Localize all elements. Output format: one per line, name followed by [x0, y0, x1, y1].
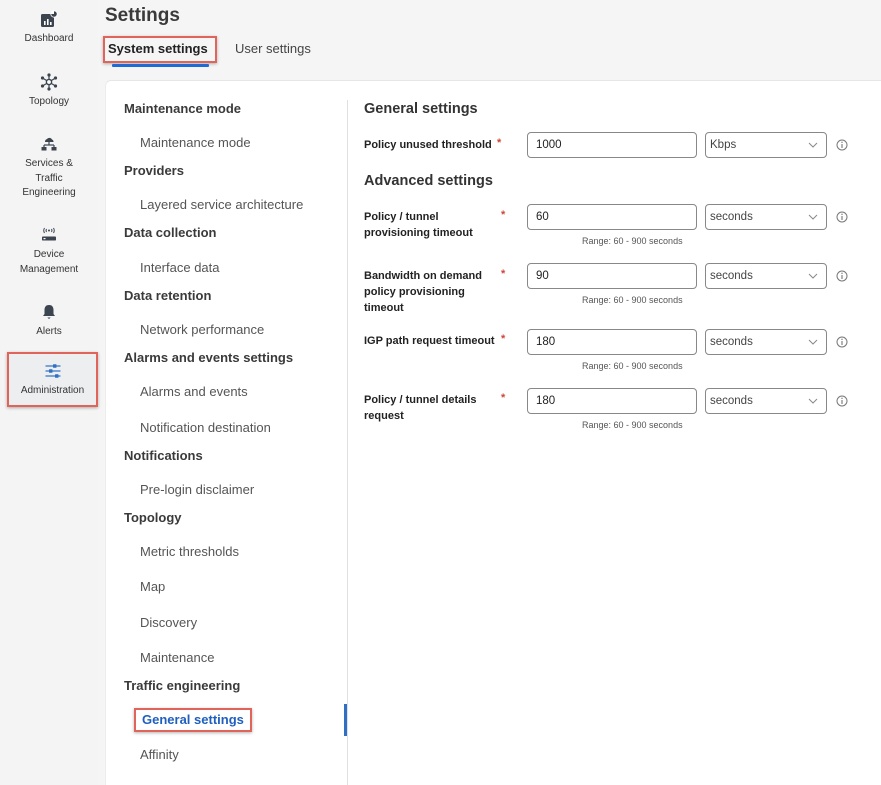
nav-item-device-management[interactable]: Device Management [0, 226, 98, 277]
select-value: seconds [710, 211, 753, 223]
field-label-policy-tunnel-provisioning-timeout: Policy / tunnel provisioning timeout [364, 211, 473, 239]
tree-group-providers: Providers [124, 163, 184, 178]
chevron-down-icon [808, 339, 818, 345]
tree-group-traffic-engineering: Traffic engineering [124, 678, 241, 693]
nav-label-line: Services & [25, 158, 73, 169]
dashboard-icon [41, 10, 58, 27]
general-settings-title: General settings [364, 101, 478, 117]
tree-item-discovery[interactable]: Discovery [140, 615, 197, 630]
tree-selection-indicator [344, 704, 347, 736]
tab-user-settings[interactable]: User settings [235, 41, 311, 56]
services-icon [41, 137, 57, 151]
tree-group-maintenance-mode: Maintenance mode [124, 101, 242, 116]
policy-tunnel-details-request-input[interactable] [527, 388, 697, 414]
topology-icon [40, 73, 58, 91]
required-marker: * [501, 392, 506, 404]
tree-item-map[interactable]: Map [140, 579, 165, 594]
nav-label: Topology [28, 96, 70, 107]
info-icon[interactable] [836, 270, 848, 282]
tree-item-layered-service-architecture[interactable]: Layered service architecture [140, 197, 303, 212]
bandwidth-on-demand-timeout-input[interactable] [527, 263, 697, 289]
field-label-bandwidth-on-demand-timeout: Bandwidth on demand policy provisioning … [364, 270, 482, 314]
nav-item-alerts[interactable]: Alerts [0, 303, 98, 340]
select-value: Kbps [710, 139, 737, 151]
nav-item-topology[interactable]: Topology [0, 73, 98, 110]
select-value: seconds [710, 270, 753, 282]
tree-item-notification-destination[interactable]: Notification destination [140, 420, 271, 435]
policy-tunnel-details-request-unit-select[interactable]: seconds [705, 388, 827, 414]
tab-system-settings[interactable]: System settings [103, 36, 217, 63]
sliders-icon [45, 364, 60, 378]
nav-label-line: Device [33, 249, 65, 260]
nav-label-line: Traffic [35, 172, 63, 184]
required-marker: * [501, 209, 506, 221]
field-label-igp-path-request-timeout: IGP path request timeout [364, 335, 495, 347]
chevron-down-icon [808, 142, 818, 148]
bandwidth-on-demand-timeout-unit-select[interactable]: seconds [705, 263, 827, 289]
igp-path-request-timeout-unit-select[interactable]: seconds [705, 329, 827, 355]
range-hint: Range: 60 - 900 seconds [582, 361, 683, 371]
tree-group-notifications: Notifications [124, 448, 203, 463]
chevron-down-icon [808, 398, 818, 404]
tree-item-general-settings[interactable]: General settings [134, 708, 252, 732]
select-value: seconds [710, 336, 753, 348]
policy-tunnel-provisioning-timeout-unit-select[interactable]: seconds [705, 204, 827, 230]
advanced-settings-title: Advanced settings [364, 173, 493, 189]
info-icon[interactable] [836, 211, 848, 223]
nav-label-line: Engineering [22, 187, 76, 198]
required-marker: * [501, 333, 506, 345]
required-marker: * [501, 268, 506, 280]
chevron-down-icon [808, 214, 818, 220]
tree-item-alarms-and-events[interactable]: Alarms and events [140, 384, 248, 399]
info-icon[interactable] [836, 395, 848, 407]
tree-group-data-retention: Data retention [124, 288, 212, 303]
igp-path-request-timeout-input[interactable] [527, 329, 697, 355]
field-label-policy-unused-threshold: Policy unused threshold [364, 139, 492, 151]
required-marker: * [497, 137, 502, 149]
range-hint: Range: 60 - 900 seconds [582, 420, 683, 430]
range-hint: Range: 60 - 900 seconds [582, 236, 683, 246]
page-title: Settings [105, 5, 180, 26]
field-label-policy-tunnel-details-request: Policy / tunnel details request [364, 394, 477, 422]
policy-unused-threshold-unit-select[interactable]: Kbps [705, 132, 827, 158]
app: Dashboard Topology Services & Traffic En… [0, 0, 881, 785]
tree-item-affinity[interactable]: Affinity [140, 747, 179, 762]
tree-group-data-collection: Data collection [124, 225, 217, 240]
nav-label: Dashboard [24, 33, 74, 44]
info-icon[interactable] [836, 139, 848, 151]
nav-label: Alerts [36, 326, 62, 337]
tree-item-network-performance[interactable]: Network performance [140, 322, 264, 337]
range-hint: Range: 60 - 900 seconds [582, 295, 683, 305]
nav-label-line: Management [19, 263, 79, 275]
left-nav: Dashboard Topology Services & Traffic En… [0, 0, 98, 785]
nav-item-dashboard[interactable]: Dashboard [0, 10, 98, 47]
policy-unused-threshold-input[interactable] [527, 132, 697, 158]
tree-item-maintenance-mode[interactable]: Maintenance mode [140, 135, 251, 150]
bell-icon [43, 305, 55, 319]
device-icon [42, 227, 56, 241]
active-tab-indicator [112, 64, 209, 67]
tree-item-interface-data[interactable]: Interface data [140, 260, 220, 275]
tree-divider [347, 100, 348, 785]
tree-item-maintenance[interactable]: Maintenance [140, 650, 214, 665]
policy-tunnel-provisioning-timeout-input[interactable] [527, 204, 697, 230]
tree-group-alarms-and-events-settings: Alarms and events settings [124, 350, 294, 365]
tree-item-pre-login-disclaimer[interactable]: Pre-login disclaimer [140, 482, 254, 497]
tree-item-metric-thresholds[interactable]: Metric thresholds [140, 544, 239, 559]
nav-item-administration[interactable]: Administration [7, 352, 98, 407]
select-value: seconds [710, 395, 753, 407]
nav-label: Administration [20, 385, 85, 396]
chevron-down-icon [808, 273, 818, 279]
tree-group-topology: Topology [124, 510, 182, 525]
nav-item-services-traffic-engineering[interactable]: Services & Traffic Engineering [0, 135, 98, 201]
info-icon[interactable] [836, 336, 848, 348]
